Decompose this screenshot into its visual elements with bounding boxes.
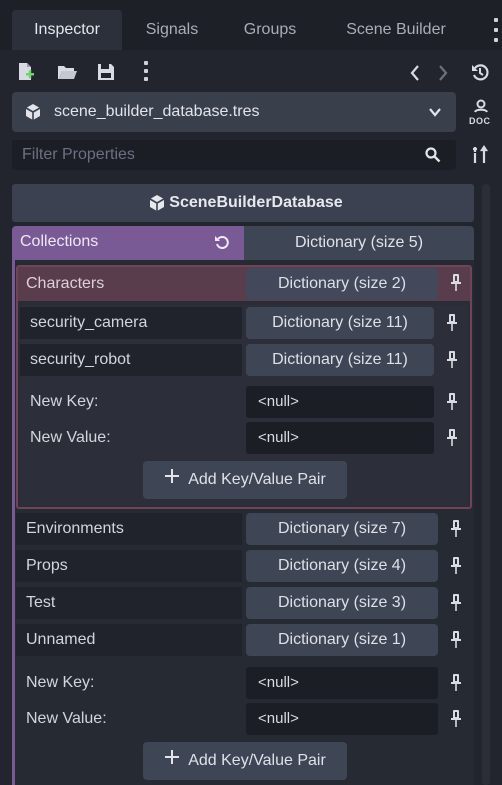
tab-bar: Inspector Signals Groups Scene Builder bbox=[0, 0, 502, 50]
add-key-value-pair-button[interactable]: Add Key/Value Pair bbox=[143, 742, 347, 780]
pin-icon[interactable] bbox=[446, 392, 458, 412]
dict-key-label: Environments bbox=[16, 513, 242, 545]
back-arrow-icon[interactable] bbox=[408, 63, 430, 85]
new-value-label: New Value: bbox=[30, 429, 111, 446]
plus-icon bbox=[164, 461, 180, 499]
collections-row[interactable]: Collections bbox=[12, 226, 244, 260]
new-key-label: New Key: bbox=[30, 393, 99, 410]
new-key-value-field[interactable]: <null> bbox=[246, 667, 438, 699]
collections-label: Collections bbox=[20, 233, 99, 250]
resource-selector[interactable]: scene_builder_database.tres bbox=[12, 92, 456, 132]
pin-icon[interactable] bbox=[450, 709, 462, 729]
pin-icon[interactable] bbox=[446, 313, 458, 333]
section-title: SceneBuilderDatabase bbox=[169, 194, 343, 211]
more-options-icon[interactable] bbox=[143, 61, 149, 81]
tab-inspector[interactable]: Inspector bbox=[12, 10, 122, 50]
dict-value-button[interactable]: Dictionary (size 1) bbox=[246, 624, 438, 656]
plus-icon bbox=[164, 742, 180, 780]
revert-icon[interactable] bbox=[214, 234, 230, 250]
doc-label: DOC bbox=[469, 116, 491, 126]
add-key-value-pair-button[interactable]: Add Key/Value Pair bbox=[143, 461, 347, 499]
tab-menu-icon[interactable] bbox=[492, 18, 500, 42]
pin-icon[interactable] bbox=[450, 593, 462, 613]
dict-value-button[interactable]: Dictionary (size 7) bbox=[246, 513, 438, 545]
pin-icon[interactable] bbox=[450, 519, 462, 539]
dict-value-button[interactable]: Dictionary (size 3) bbox=[246, 587, 438, 619]
forward-arrow-icon[interactable] bbox=[436, 63, 458, 85]
pin-icon[interactable] bbox=[450, 630, 462, 650]
resource-name: scene_builder_database.tres bbox=[54, 103, 260, 120]
pin-icon[interactable] bbox=[446, 428, 458, 448]
tab-scene-builder[interactable]: Scene Builder bbox=[326, 10, 466, 50]
dict-value-button[interactable]: Dictionary (size 11) bbox=[246, 307, 434, 339]
dict-key-label: security_camera bbox=[20, 307, 242, 339]
add-key-value-pair-label: Add Key/Value Pair bbox=[188, 752, 326, 769]
tab-groups[interactable]: Groups bbox=[226, 10, 314, 50]
new-value-value-field[interactable]: <null> bbox=[246, 422, 434, 454]
new-resource-icon[interactable] bbox=[16, 62, 38, 84]
save-icon[interactable] bbox=[96, 62, 118, 84]
pin-icon[interactable] bbox=[446, 350, 458, 370]
new-key-label: New Key: bbox=[26, 674, 95, 691]
scrollbar-track[interactable] bbox=[482, 184, 490, 785]
pin-icon[interactable] bbox=[450, 673, 462, 693]
new-value-value-field[interactable]: <null> bbox=[246, 703, 438, 735]
dict-key-label: security_robot bbox=[20, 344, 242, 376]
cube-icon bbox=[24, 103, 42, 121]
characters-label: Characters bbox=[26, 275, 105, 292]
tab-signals[interactable]: Signals bbox=[128, 10, 216, 50]
dict-key-label: Test bbox=[16, 587, 242, 619]
section-header[interactable]: SceneBuilderDatabase bbox=[12, 184, 474, 222]
pin-icon[interactable] bbox=[450, 556, 462, 576]
characters-value-button[interactable]: Dictionary (size 2) bbox=[246, 268, 438, 300]
pin-icon[interactable] bbox=[450, 273, 462, 293]
dict-value-button[interactable]: Dictionary (size 4) bbox=[246, 550, 438, 582]
doc-button[interactable]: DOC bbox=[466, 98, 496, 128]
new-value-label: New Value: bbox=[26, 710, 107, 727]
collections-value-button[interactable]: Dictionary (size 5) bbox=[244, 226, 474, 260]
tools-icon[interactable] bbox=[470, 145, 490, 165]
dict-key-label: Unnamed bbox=[16, 624, 242, 656]
new-key-value-field[interactable]: <null> bbox=[246, 386, 434, 418]
filter-placeholder: Filter Properties bbox=[22, 146, 135, 163]
open-folder-icon[interactable] bbox=[56, 62, 78, 84]
add-key-value-pair-label: Add Key/Value Pair bbox=[188, 471, 326, 488]
chevron-down-icon[interactable] bbox=[428, 104, 442, 120]
history-icon[interactable] bbox=[470, 62, 492, 84]
dict-key-label: Props bbox=[16, 550, 242, 582]
dict-value-button[interactable]: Dictionary (size 11) bbox=[246, 344, 434, 376]
search-icon bbox=[424, 146, 442, 164]
filter-properties-input[interactable]: Filter Properties bbox=[12, 140, 456, 170]
